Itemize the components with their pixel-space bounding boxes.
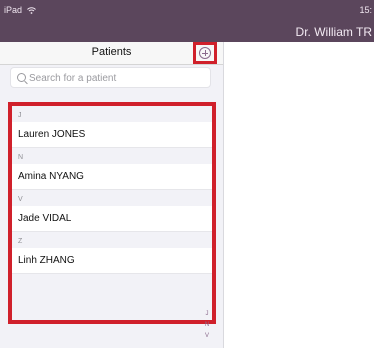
- plus-circle-icon: [199, 47, 211, 59]
- index-letter-v[interactable]: V: [201, 331, 213, 342]
- patients-nav-bar: Patients: [0, 42, 223, 65]
- search-field[interactable]: [10, 67, 211, 88]
- patient-list: J Lauren JONES N Amina NYANG V Jade VIDA…: [8, 102, 216, 324]
- section-index[interactable]: J N V: [201, 309, 213, 342]
- index-letter-n[interactable]: N: [201, 320, 213, 331]
- patient-row-lauren-jones[interactable]: Lauren JONES: [12, 122, 212, 148]
- section-header-n: N: [12, 148, 212, 164]
- section-header-j: J: [12, 106, 212, 122]
- status-bar: iPad 15:: [0, 0, 374, 22]
- index-letter-j[interactable]: J: [201, 309, 213, 320]
- patient-row-jade-vidal[interactable]: Jade VIDAL: [12, 206, 212, 232]
- patients-sidebar: Patients J Lauren JONES N Amina NYANG V …: [0, 42, 224, 348]
- patient-row-linh-zhang[interactable]: Linh ZHANG: [12, 248, 212, 274]
- detail-pane: [224, 42, 374, 348]
- search-input[interactable]: [29, 70, 207, 86]
- app-header: Dr. William TR: [0, 22, 374, 42]
- wifi-icon: [26, 7, 36, 14]
- patients-title: Patients: [91, 46, 132, 58]
- doctor-name: Dr. William TR: [295, 25, 372, 39]
- status-device: iPad: [4, 5, 36, 15]
- search-icon: [17, 73, 26, 82]
- section-header-v: V: [12, 190, 212, 206]
- add-patient-button[interactable]: [193, 42, 217, 64]
- status-time: 15:: [359, 5, 372, 15]
- section-header-z: Z: [12, 232, 212, 248]
- patient-row-amina-nyang[interactable]: Amina NYANG: [12, 164, 212, 190]
